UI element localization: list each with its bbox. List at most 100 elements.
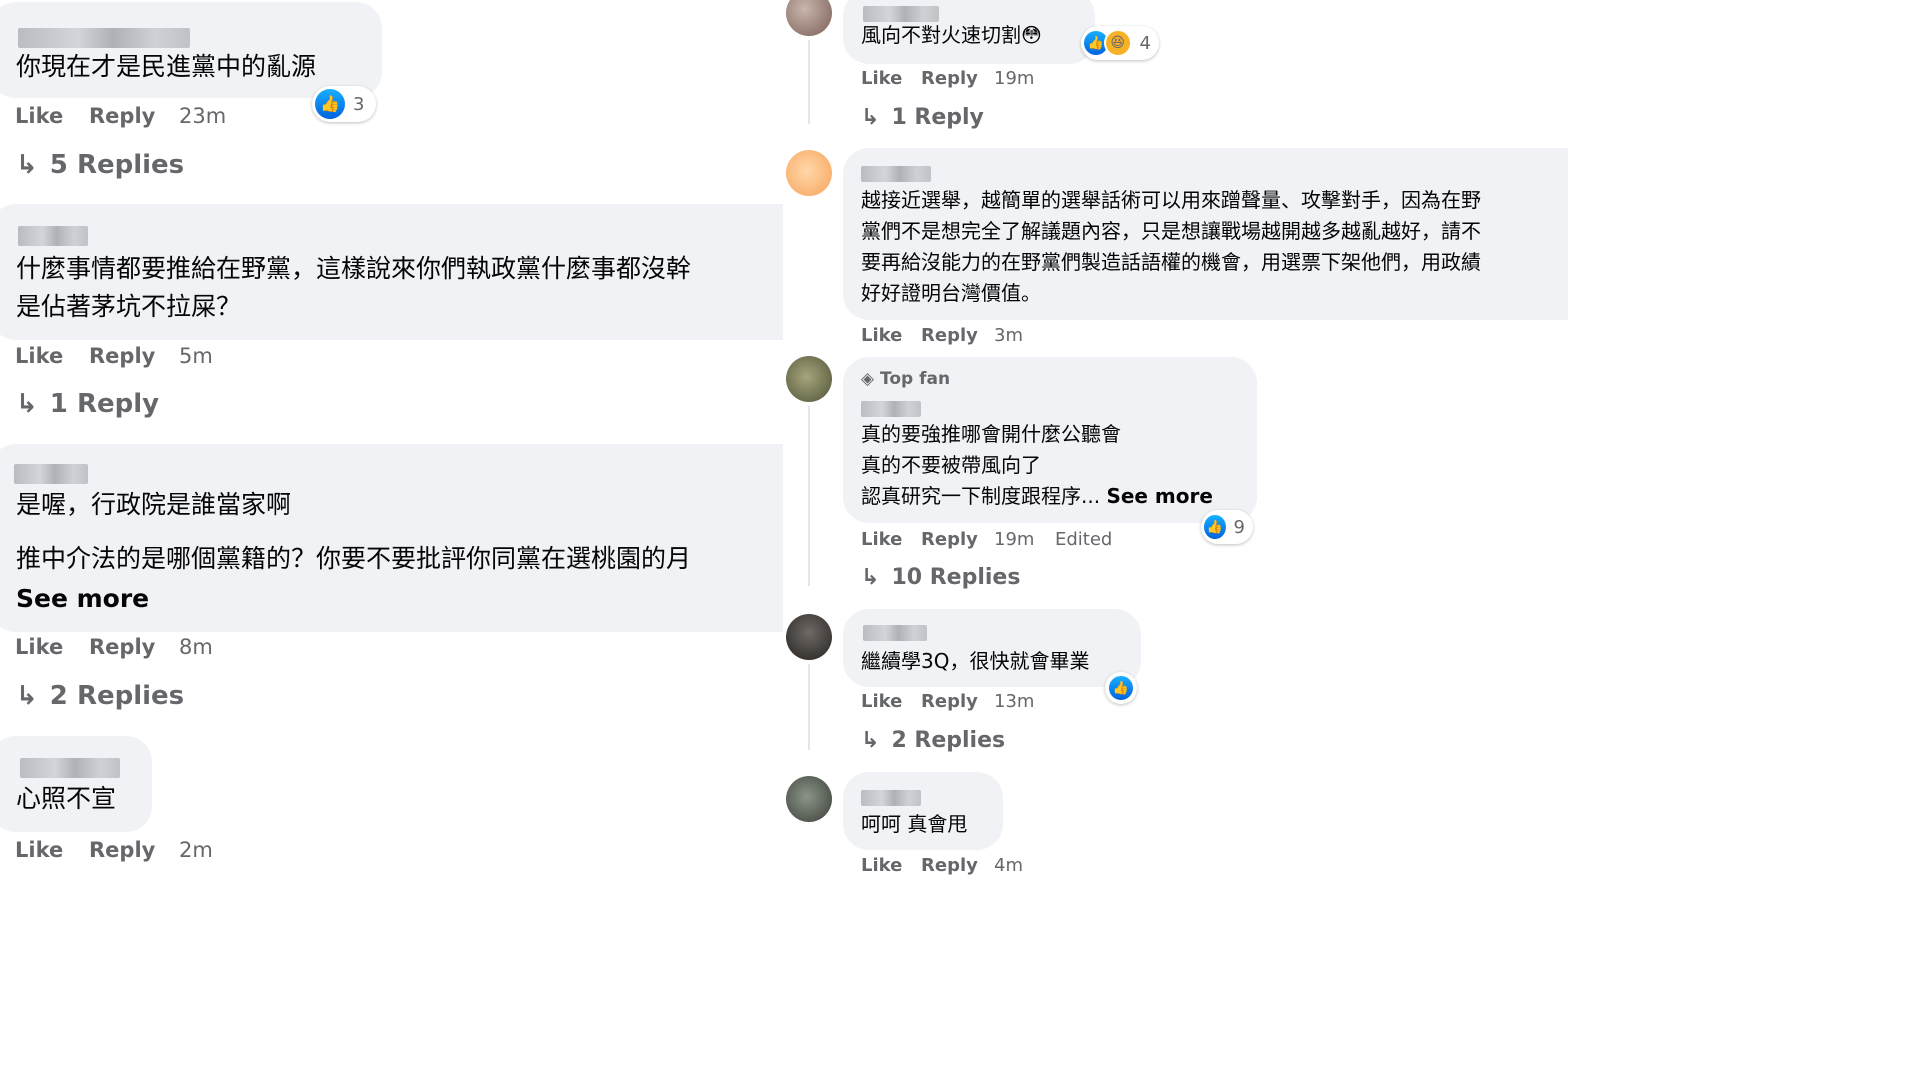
comment-bubble: 是喔，行政院是誰當家啊 推中介法的是哪個黨籍的？你要不要批評你同黨在選桃園的月 … (0, 444, 783, 632)
comment-bubble: 呵呵 真會甩 (843, 772, 1003, 850)
reply-button[interactable]: Reply (89, 635, 155, 659)
commenter-name-redacted[interactable] (861, 401, 921, 417)
comment-timestamp[interactable]: 3m (994, 325, 1023, 346)
edited-label: Edited (1055, 529, 1113, 550)
view-replies-link[interactable]: ↳ 1 Reply (861, 105, 984, 130)
comment-text-line: 真的不要被帶風向了 (861, 453, 1041, 477)
comment-bubble: 心照不宣 (0, 736, 152, 832)
comment-text-line: 認真研究一下制度跟程序... See more (861, 481, 1213, 512)
left-comment-column: 你現在才是民進黨中的亂源 👍 3 Like Reply 23m ↳ 5 Repli… (0, 0, 783, 880)
comment-text-line: 黨們不是想完全了解議題內容，只是想讓戰場越開越多越亂越好，請不 (861, 219, 1481, 243)
avatar[interactable] (786, 356, 832, 402)
reply-button[interactable]: Reply (89, 104, 155, 128)
comment-bubble: 風向不對火速切割😳 (843, 0, 1095, 64)
commenter-name-redacted[interactable] (20, 758, 120, 778)
comment-timestamp[interactable]: 4m (994, 855, 1023, 876)
like-button[interactable]: Like (15, 344, 63, 368)
diamond-icon: ◈ (861, 369, 875, 389)
comment-text: 呵呵 真會甩 (861, 812, 968, 836)
comment-timestamp[interactable]: 13m (994, 691, 1034, 712)
comment-timestamp[interactable]: 19m (994, 529, 1034, 550)
reply-button[interactable]: Reply (921, 691, 978, 712)
reply-button[interactable]: Reply (89, 838, 155, 862)
comment-timestamp[interactable]: 19m (994, 68, 1034, 89)
avatar[interactable] (786, 776, 832, 822)
like-button[interactable]: Like (861, 68, 902, 89)
view-replies-link[interactable]: ↳ 2 Replies (861, 728, 1005, 753)
top-fan-badge: ◈ Top fan (861, 369, 950, 389)
reply-arrow-icon: ↳ (861, 105, 880, 130)
reaction-summary[interactable]: 👍 9 (1201, 510, 1253, 544)
comment-text: 心照不宣 (16, 784, 117, 813)
reply-arrow-icon: ↳ (16, 389, 38, 419)
commenter-name-redacted[interactable] (861, 166, 931, 182)
comment-timestamp[interactable]: 5m (179, 344, 213, 368)
replies-count-label: 10 Replies (891, 565, 1021, 590)
comment-bubble: 什麼事情都要推給在野黨，這樣說來你們執政黨什麼事都沒幹 是佔著茅坑不拉屎？ (0, 204, 783, 340)
replies-count-label: 5 Replies (49, 150, 185, 180)
thread-line (808, 406, 810, 586)
reaction-summary[interactable]: 👍 (1105, 672, 1137, 704)
commenter-name-redacted[interactable] (18, 226, 88, 246)
comment-bubble: ◈ Top fan 真的要強推哪會開什麼公聽會 真的不要被帶風向了 認真研究一下… (843, 357, 1257, 523)
right-comment-column: 風向不對火速切割😳 👍 😆 4 Like Reply 19m ↳ 1 Reply … (783, 0, 1568, 880)
view-replies-link[interactable]: ↳ 5 Replies (16, 150, 184, 180)
like-button[interactable]: Like (861, 529, 902, 550)
replies-count-label: 2 Replies (891, 728, 1006, 753)
avatar[interactable] (786, 614, 832, 660)
reply-arrow-icon: ↳ (16, 150, 38, 180)
comment-text: 你現在才是民進黨中的亂源 (16, 52, 317, 81)
commenter-name-redacted[interactable] (18, 28, 190, 48)
like-button[interactable]: Like (861, 325, 902, 346)
haha-reaction-icon: 😆 (1103, 29, 1132, 57)
view-replies-link[interactable]: ↳ 2 Replies (16, 681, 184, 711)
thread-line (808, 40, 810, 124)
reply-button[interactable]: Reply (921, 325, 978, 346)
see-more-link[interactable]: See more (1106, 484, 1213, 508)
reaction-count: 3 (353, 93, 365, 115)
commenter-name-redacted[interactable] (14, 464, 88, 484)
replies-count-label: 1 Reply (49, 389, 160, 419)
replies-count-label: 1 Reply (891, 105, 984, 130)
comment-timestamp[interactable]: 2m (179, 838, 213, 862)
thread-line (808, 664, 810, 750)
reply-button[interactable]: Reply (921, 855, 978, 876)
avatar[interactable] (786, 150, 832, 196)
flushed-emoji-icon: 😳 (1021, 23, 1042, 47)
comment-text-line: 要再給沒能力的在野黨們製造話語權的機會，用選票下架他們，用政績 (861, 250, 1481, 274)
reply-arrow-icon: ↳ (16, 681, 38, 711)
reaction-summary[interactable]: 👍 3 (312, 86, 376, 122)
like-button[interactable]: Like (861, 691, 902, 712)
reaction-count: 9 (1233, 516, 1245, 538)
comment-text-line: 好好證明台灣價值。 (861, 281, 1041, 305)
view-replies-link[interactable]: ↳ 10 Replies (861, 565, 1020, 590)
like-button[interactable]: Like (15, 104, 63, 128)
comment-timestamp[interactable]: 23m (179, 104, 226, 128)
commenter-name-redacted[interactable] (861, 790, 921, 806)
comment-bubble: 你現在才是民進黨中的亂源 (0, 2, 382, 98)
like-button[interactable]: Like (861, 855, 902, 876)
reply-button[interactable]: Reply (89, 344, 155, 368)
reply-arrow-icon: ↳ (861, 565, 880, 590)
avatar[interactable] (786, 0, 832, 36)
reaction-summary[interactable]: 👍 😆 4 (1081, 26, 1159, 60)
comment-text-line: 什麼事情都要推給在野黨，這樣說來你們執政黨什麼事都沒幹 (16, 254, 692, 283)
reaction-count: 4 (1139, 32, 1151, 54)
reply-button[interactable]: Reply (921, 68, 978, 89)
comment-text-line: 真的要強推哪會開什麼公聽會 (861, 422, 1121, 446)
like-reaction-icon: 👍 (1109, 676, 1133, 700)
comment-text: 繼續學3Q，很快就會畢業 (861, 649, 1090, 673)
view-replies-link[interactable]: ↳ 1 Reply (16, 389, 159, 419)
comment-text-line: 是喔，行政院是誰當家啊 (16, 490, 292, 519)
commenter-name-redacted[interactable] (863, 625, 927, 641)
comment-text: 風向不對火速切割😳 (861, 20, 1042, 51)
like-button[interactable]: Like (15, 635, 63, 659)
replies-count-label: 2 Replies (49, 681, 185, 711)
like-reaction-icon: 👍 (1204, 515, 1226, 539)
comment-timestamp[interactable]: 8m (179, 635, 213, 659)
see-more-link[interactable]: See more (16, 584, 149, 614)
comment-text-line: 是佔著茅坑不拉屎？ (16, 292, 242, 321)
reply-button[interactable]: Reply (921, 529, 978, 550)
like-button[interactable]: Like (15, 838, 63, 862)
comment-text-truncated: 認真研究一下制度跟程序... (861, 484, 1107, 508)
